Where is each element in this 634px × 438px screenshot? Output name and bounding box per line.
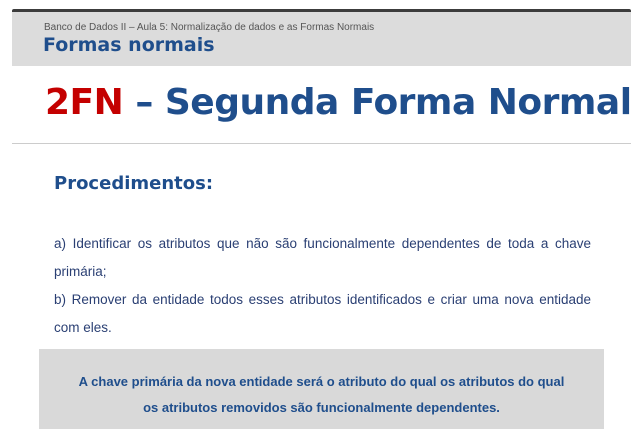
slide-frame: Banco de Dados II – Aula 5: Normalização… [0, 0, 634, 438]
procedure-item-a: a) Identificar os atributos que não são … [54, 236, 591, 279]
procedures-list: a) Identificar os atributos que não são … [54, 230, 591, 342]
title-acronym: 2FN [45, 82, 124, 123]
section-heading: Procedimentos: [54, 173, 214, 194]
breadcrumb: Banco de Dados II – Aula 5: Normalização… [44, 22, 375, 33]
procedure-item-b: b) Remover da entidade todos esses atrib… [54, 292, 591, 335]
page-title: 2FN – Segunda Forma Normal [45, 82, 632, 123]
note-line-1: A chave primária da nova entidade será o… [78, 374, 565, 389]
note-text: A chave primária da nova entidade será o… [39, 369, 604, 421]
title-text: – Segunda Forma Normal [123, 82, 632, 123]
divider [12, 143, 631, 144]
header-title: Formas normais [43, 34, 215, 56]
note-line-2: os atributos removidos são funcionalment… [143, 400, 500, 415]
